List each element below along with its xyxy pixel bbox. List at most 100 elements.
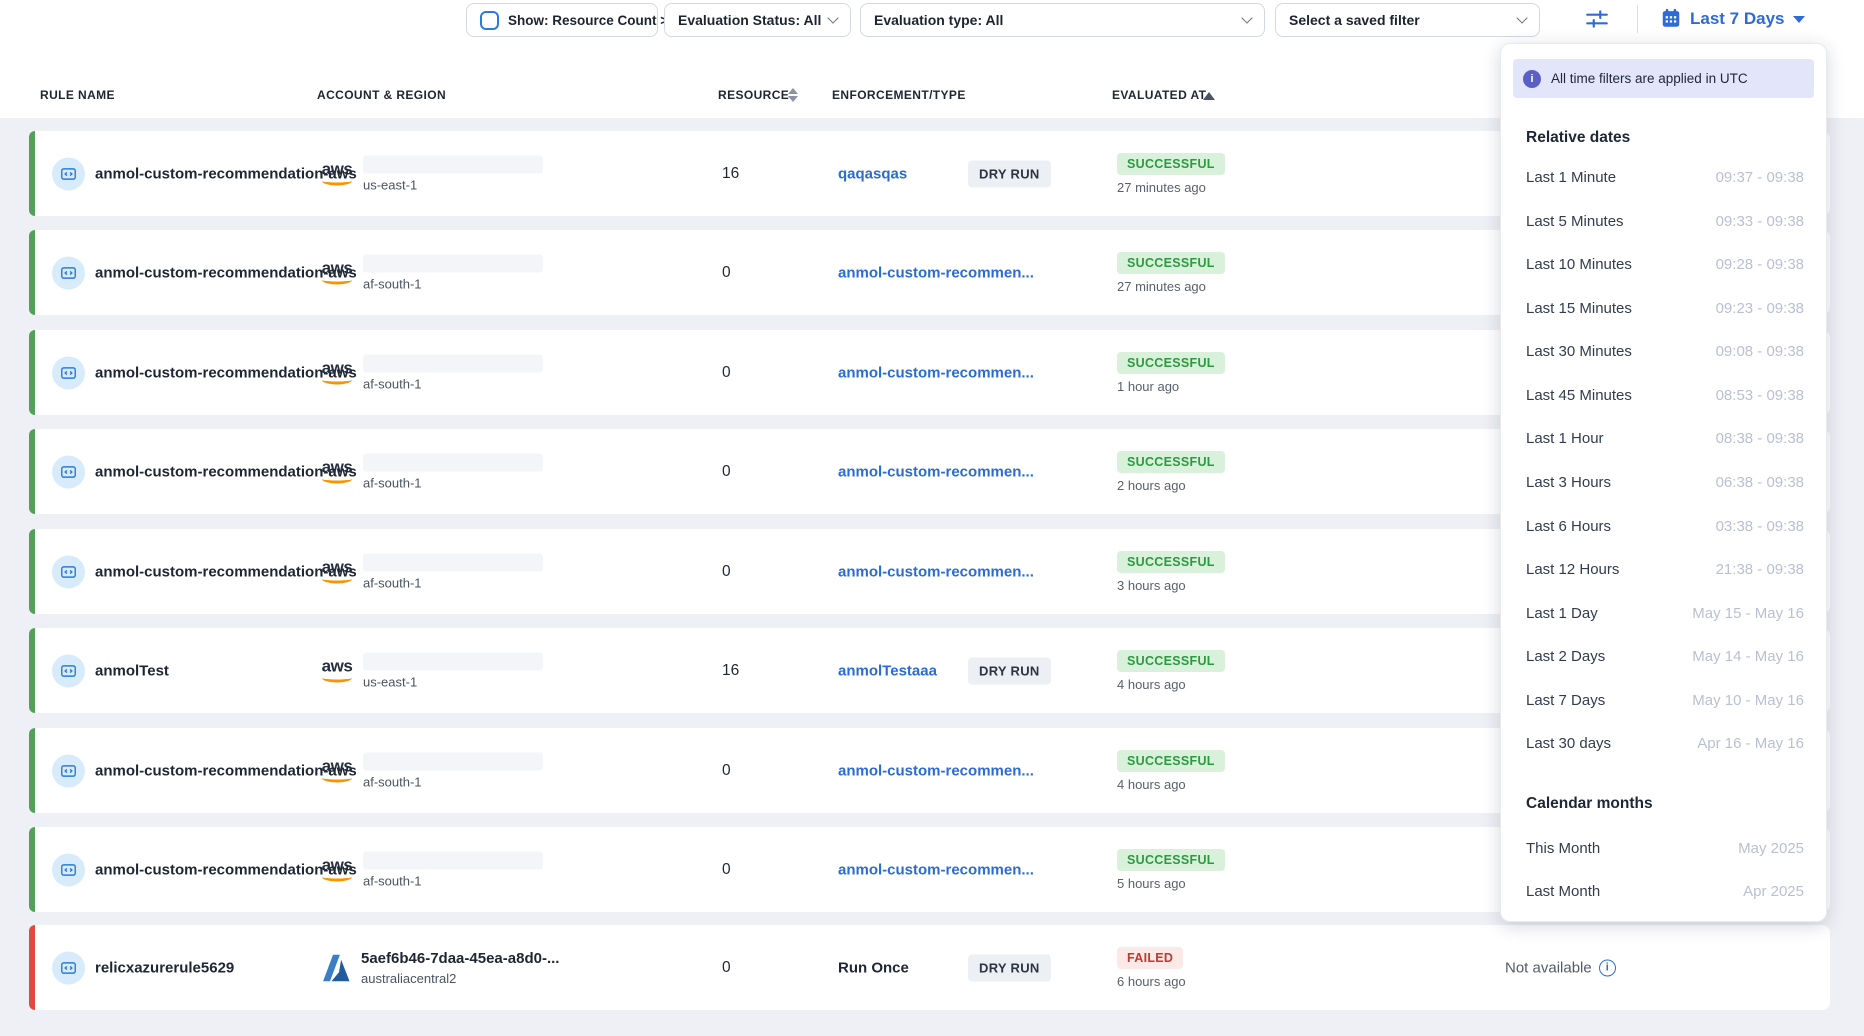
status-badge: SUCCESSFUL [1117,551,1225,573]
aws-logo-icon: aws [318,759,356,783]
option-label: Last 45 Minutes [1526,387,1632,404]
date-option-last-6-hours[interactable]: Last 6 Hours 03:38 - 09:38 [1526,505,1804,548]
evaluation-type-label: Evaluation type: All [874,12,1003,28]
evaluated-at-cell: SUCCESSFUL 5 hours ago [1117,849,1225,891]
account-region-cell: aws af-south-1 [318,254,543,291]
option-range: 06:38 - 09:38 [1716,474,1804,491]
date-option-last-30-days[interactable]: Last 30 days Apr 16 - May 16 [1526,722,1804,765]
region-label: australiacentral2 [361,971,559,986]
evaluation-type-select[interactable]: Evaluation type: All [860,3,1265,37]
option-range: May 15 - May 16 [1692,605,1804,622]
evaluated-at-cell: SUCCESSFUL 4 hours ago [1117,650,1225,692]
enforcement-link[interactable]: anmol-custom-recommen... [838,463,1034,480]
account-id-redacted [363,752,543,770]
region-label: us-east-1 [363,674,543,689]
header-account-region: ACCOUNT & REGION [317,88,446,102]
region-label: af-south-1 [363,873,543,888]
sliders-icon [1584,6,1610,35]
status-accent-bar [29,131,35,216]
date-option-last-1-hour[interactable]: Last 1 Hour 08:38 - 09:38 [1526,417,1804,460]
status-accent-bar [29,429,35,514]
option-label: Last 30 Minutes [1526,343,1632,360]
date-range-label: Last 7 Days [1690,9,1785,29]
option-range: 21:38 - 09:38 [1716,561,1804,578]
date-option-last-10-minutes[interactable]: Last 10 Minutes 09:28 - 09:38 [1526,243,1804,286]
option-label: Last 10 Minutes [1526,256,1632,273]
date-option-last-3-hours[interactable]: Last 3 Hours 06:38 - 09:38 [1526,461,1804,504]
resource-count-checkbox[interactable] [480,11,499,30]
date-option-last-12-hours[interactable]: Last 12 Hours 21:38 - 09:38 [1526,548,1804,591]
chevron-down-icon [1516,12,1527,23]
enforcement-link[interactable]: anmol-custom-recommen... [838,762,1034,779]
status-accent-bar [29,230,35,315]
evaluated-time: 27 minutes ago [1117,180,1206,195]
rule-icon [52,157,85,190]
status-accent-bar [29,529,35,614]
enforcement-link[interactable]: anmol-custom-recommen... [838,563,1034,580]
evaluated-at-cell: FAILED 6 hours ago [1117,947,1186,989]
account-region-cell: aws af-south-1 [318,354,543,391]
enforcement-link[interactable]: anmol-custom-recommen... [838,264,1034,281]
aws-logo-icon: aws [318,162,356,186]
saved-filter-select[interactable]: Select a saved filter [1275,3,1540,37]
enforcement-link[interactable]: qaqasqas [838,165,907,182]
rule-icon [52,555,85,588]
date-option-last-30-minutes[interactable]: Last 30 Minutes 09:08 - 09:38 [1526,330,1804,373]
status-badge: SUCCESSFUL [1117,451,1225,473]
date-option-last-1-minute[interactable]: Last 1 Minute 09:37 - 09:38 [1526,156,1804,199]
chevron-down-icon [827,12,838,23]
show-resource-count-filter[interactable]: Show: Resource Count > 0 [466,3,658,37]
option-label: Last 5 Minutes [1526,213,1624,230]
option-label: This Month [1526,840,1600,857]
region-label: af-south-1 [363,276,543,291]
filter-settings-button[interactable] [1582,6,1612,34]
account-region-cell: aws af-south-1 [318,453,543,490]
utc-notice-text: All time filters are applied in UTC [1551,71,1748,86]
date-option-last-15-minutes[interactable]: Last 15 Minutes 09:23 - 09:38 [1526,287,1804,330]
rule-icon [52,853,85,886]
status-badge: SUCCESSFUL [1117,352,1225,374]
date-option-last-45-minutes[interactable]: Last 45 Minutes 08:53 - 09:38 [1526,374,1804,417]
evaluated-time: 1 hour ago [1117,379,1179,394]
evaluated-time: 4 hours ago [1117,777,1186,792]
date-option-last-month[interactable]: Last Month Apr 2025 [1526,870,1804,913]
enforcement-link[interactable]: anmolTestaaa [838,662,937,679]
resource-count: 16 [722,662,739,680]
resource-count: 0 [722,762,731,780]
status-accent-bar [29,827,35,912]
info-icon[interactable]: i [1599,959,1616,976]
dry-run-badge: DRY RUN [968,160,1051,187]
azure-logo-icon [318,953,354,983]
date-range-dropdown: i All time filters are applied in UTC Re… [1500,43,1827,922]
status-badge: SUCCESSFUL [1117,252,1225,274]
evaluation-status-select[interactable]: Evaluation Status: All [664,3,851,37]
evaluated-at-cell: SUCCESSFUL 27 minutes ago [1117,153,1225,195]
account-region-cell: aws us-east-1 [318,652,543,689]
resource-count: 16 [722,165,739,183]
date-option-last-5-minutes[interactable]: Last 5 Minutes 09:33 - 09:38 [1526,200,1804,243]
rule-icon [52,951,85,984]
sort-ascending-icon[interactable] [1203,92,1215,100]
option-range: 08:53 - 09:38 [1716,387,1804,404]
dry-run-badge: DRY RUN [968,657,1051,684]
header-evaluated-at[interactable]: EVALUATED AT [1112,88,1206,102]
option-label: Last 7 Days [1526,692,1605,709]
date-option-this-month[interactable]: This Month May 2025 [1526,827,1804,870]
option-range: May 10 - May 16 [1692,692,1804,709]
date-option-last-7-days[interactable]: Last 7 Days May 10 - May 16 [1526,679,1804,722]
evaluated-at-cell: SUCCESSFUL 2 hours ago [1117,451,1225,493]
table-row[interactable]: relicxazurerule5629 5aef6b46-7daa-45ea-a… [29,925,1830,1010]
rule-icon [52,256,85,289]
date-option-last-2-days[interactable]: Last 2 Days May 14 - May 16 [1526,635,1804,678]
info-icon: i [1523,70,1541,88]
sort-icon[interactable] [788,88,798,102]
date-range-button[interactable]: Last 7 Days [1660,4,1805,34]
header-resource[interactable]: RESOURCE [718,88,789,102]
date-option-last-1-day[interactable]: Last 1 Day May 15 - May 16 [1526,592,1804,635]
enforcement-link[interactable]: anmol-custom-recommen... [838,861,1034,878]
option-range: Apr 2025 [1743,883,1804,900]
dry-run-badge: DRY RUN [968,954,1051,981]
enforcement-link[interactable]: anmol-custom-recommen... [838,364,1034,381]
status-accent-bar [29,628,35,713]
evaluated-time: 5 hours ago [1117,876,1186,891]
